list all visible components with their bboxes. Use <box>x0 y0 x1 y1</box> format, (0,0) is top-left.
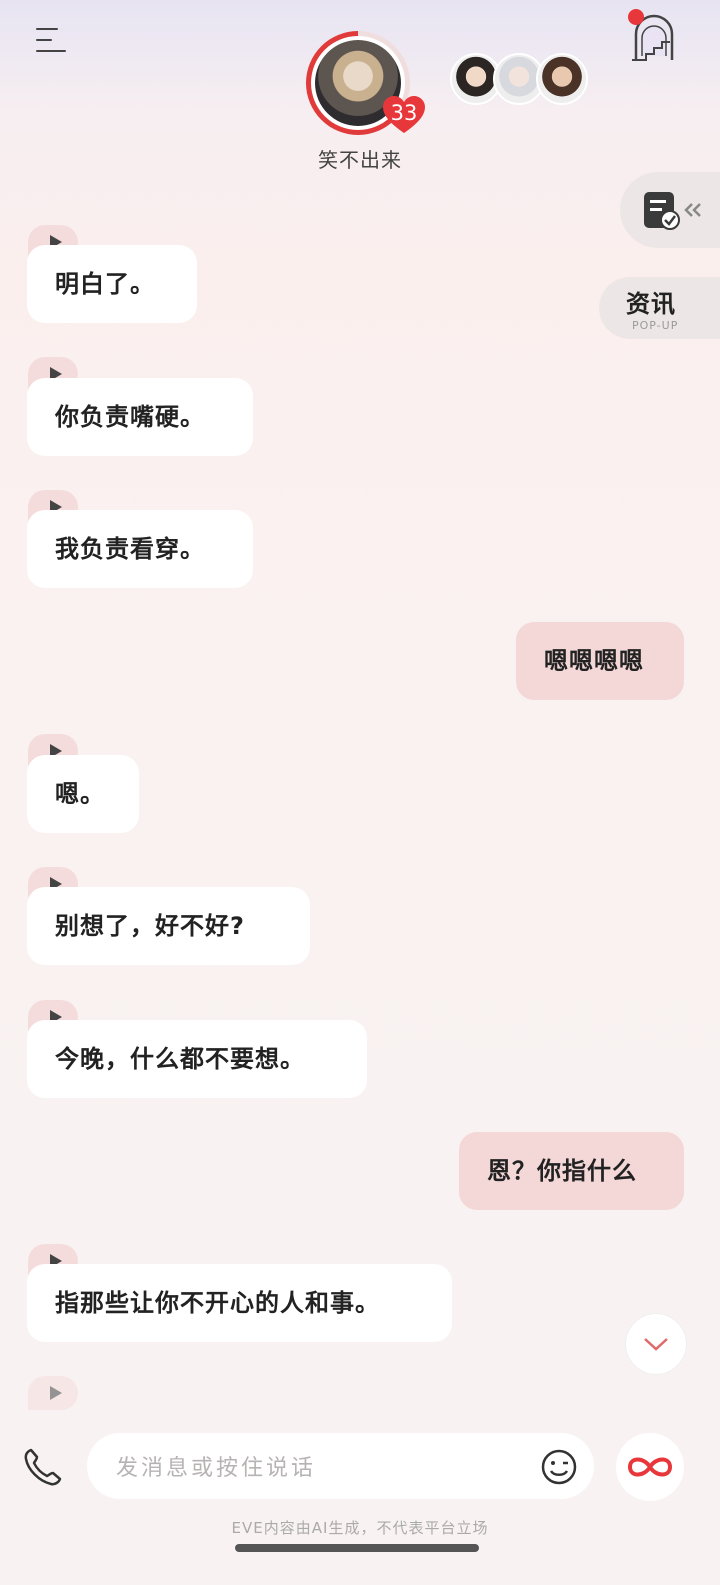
chevron-down-icon <box>644 1338 668 1351</box>
notification-dot <box>628 9 644 25</box>
play-icon[interactable] <box>28 1376 78 1410</box>
message-input-placeholder: 发消息或按住说话 <box>116 1456 317 1481</box>
home-indicator[interactable] <box>235 1544 479 1552</box>
phone-icon[interactable] <box>22 1446 64 1488</box>
ai-message: 今晚，什么都不要想。 <box>27 1020 367 1098</box>
ai-message: 明白了。 <box>27 245 197 323</box>
emoji-icon[interactable] <box>540 1448 578 1486</box>
infinity-icon <box>627 1457 673 1477</box>
scroll-down-button[interactable] <box>626 1314 686 1374</box>
user-message: 嗯嗯嗯嗯 <box>516 622 684 700</box>
ai-message: 你负责嘴硬。 <box>27 378 253 456</box>
ai-disclaimer: EVE内容由AI生成，不代表平台立场 <box>231 1519 489 1537</box>
news-title: 资讯 <box>626 290 676 318</box>
affection-level: 33 <box>390 101 418 125</box>
companion-avatar[interactable] <box>536 53 588 105</box>
news-subtitle: POP-UP <box>632 319 679 332</box>
character-name: 笑不出来 <box>318 148 402 172</box>
user-message: 恩？你指什么 <box>459 1132 684 1210</box>
ai-message: 指那些让你不开心的人和事。 <box>27 1264 452 1342</box>
task-doc-button[interactable] <box>620 172 720 248</box>
document-check-icon <box>644 192 701 230</box>
menu-icon[interactable] <box>36 26 68 54</box>
ai-message: 嗯。 <box>27 755 139 833</box>
ai-message: 我负责看穿。 <box>27 510 253 588</box>
ai-message: 别想了，好不好? <box>27 887 310 965</box>
infinity-button[interactable] <box>616 1433 684 1501</box>
